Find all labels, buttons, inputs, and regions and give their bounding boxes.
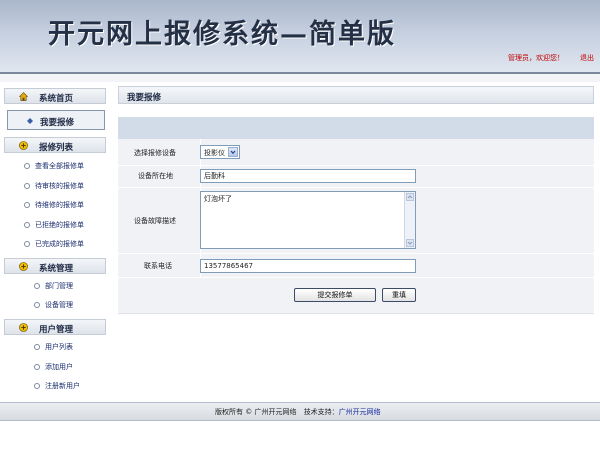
welcome-text: 管理员，欢迎您！ bbox=[508, 54, 564, 62]
expand-icon bbox=[19, 141, 28, 150]
page-title-bar: 我要报修 bbox=[118, 86, 594, 104]
system-title: 开元网上报修系统—简单版 bbox=[48, 19, 396, 50]
sidebar-item-report[interactable]: 我要报修 bbox=[7, 110, 105, 130]
expand-icon bbox=[19, 262, 28, 271]
support-link[interactable]: 广州开元网络 bbox=[339, 408, 381, 416]
sidebar-item-rejected[interactable]: 已拒绝的报修单 bbox=[24, 220, 84, 230]
expand-icon bbox=[19, 323, 28, 332]
bullet-icon bbox=[24, 222, 30, 228]
sidebar-item-all-orders[interactable]: 查看全部报修单 bbox=[24, 161, 84, 171]
bullet-icon bbox=[34, 302, 40, 308]
copyright-text: 版权所有 © 广州开元网络 bbox=[215, 408, 297, 416]
bullet-icon bbox=[34, 364, 40, 370]
sidebar-section-label: 报修列表 bbox=[39, 143, 74, 153]
row-divider bbox=[118, 277, 594, 278]
scroll-down-button[interactable] bbox=[406, 239, 414, 247]
home-icon bbox=[19, 92, 28, 101]
device-label: 选择报修设备 bbox=[134, 149, 176, 157]
dropdown-button[interactable] bbox=[228, 147, 238, 157]
banner: 开元网上报修系统—简单版 管理员，欢迎您！ 退出 bbox=[0, 0, 600, 74]
phone-input[interactable] bbox=[200, 259, 416, 273]
bullet-icon bbox=[34, 344, 40, 350]
footer: 版权所有 © 广州开元网络 技术支持：广州开元网络 bbox=[0, 402, 600, 421]
form-header bbox=[118, 117, 594, 139]
textarea-scrollbar[interactable] bbox=[404, 192, 415, 248]
chevron-up-icon bbox=[407, 195, 413, 199]
sidebar-item-label: 注册新用户 bbox=[45, 382, 80, 390]
sidebar-item-label: 用户列表 bbox=[45, 343, 73, 351]
description-label: 设备故障描述 bbox=[134, 217, 176, 225]
row-divider bbox=[118, 165, 594, 166]
row-divider bbox=[118, 253, 594, 254]
footer-text: 版权所有 © 广州开元网络 技术支持：广州开元网络 bbox=[215, 407, 381, 417]
description-value: 灯泡坏了 bbox=[204, 195, 232, 203]
sidebar-section-system[interactable]: 系统管理 bbox=[4, 258, 106, 274]
sidebar-item-home-label: 系统首页 bbox=[39, 94, 74, 104]
bullet-icon bbox=[24, 183, 30, 189]
sidebar-item-pending-repair[interactable]: 待维修的报修单 bbox=[24, 200, 84, 210]
sidebar-item-home[interactable]: 系统首页 bbox=[4, 88, 106, 104]
sidebar-item-label: 待维修的报修单 bbox=[35, 201, 84, 209]
reset-button[interactable]: 重填 bbox=[382, 288, 416, 302]
sidebar-item-add-user[interactable]: 添加用户 bbox=[34, 362, 73, 372]
sidebar-item-report-label: 我要报修 bbox=[40, 118, 75, 128]
sidebar-item-register[interactable]: 注册新用户 bbox=[34, 381, 80, 391]
sidebar-item-label: 已拒绝的报修单 bbox=[35, 221, 84, 229]
sidebar-section-label: 用户管理 bbox=[39, 325, 74, 335]
location-input[interactable] bbox=[200, 169, 416, 183]
sidebar-item-label: 待审核的报修单 bbox=[35, 182, 84, 190]
chevron-down-icon bbox=[407, 241, 413, 245]
sidebar-item-departments[interactable]: 部门管理 bbox=[34, 281, 73, 291]
sidebar-section-users[interactable]: 用户管理 bbox=[4, 319, 106, 335]
top-strip bbox=[0, 74, 600, 82]
device-select[interactable]: 投影仪 bbox=[200, 145, 240, 159]
sidebar-item-completed[interactable]: 已完成的报修单 bbox=[24, 239, 84, 249]
submit-button[interactable]: 提交报修单 bbox=[294, 288, 376, 302]
scroll-up-button[interactable] bbox=[406, 193, 414, 201]
sidebar-item-pending-review[interactable]: 待审核的报修单 bbox=[24, 181, 84, 191]
bullet-icon bbox=[24, 202, 30, 208]
logout-link[interactable]: 退出 bbox=[580, 53, 594, 63]
sidebar-item-user-list[interactable]: 用户列表 bbox=[34, 342, 73, 352]
sidebar-section-repair-list[interactable]: 报修列表 bbox=[4, 137, 106, 153]
sidebar-item-label: 已完成的报修单 bbox=[35, 240, 84, 248]
diamond-icon bbox=[27, 118, 33, 124]
repair-form: 选择报修设备 投影仪 设备所在地 设备故障描述 灯泡坏了 联系电话 提交报修单 … bbox=[118, 139, 594, 314]
row-divider bbox=[118, 187, 594, 188]
bullet-icon bbox=[24, 163, 30, 169]
description-textarea[interactable]: 灯泡坏了 bbox=[200, 191, 416, 249]
support-label: 技术支持： bbox=[303, 408, 339, 416]
sidebar-item-label: 添加用户 bbox=[45, 363, 73, 371]
location-label: 设备所在地 bbox=[138, 172, 173, 180]
bullet-icon bbox=[34, 283, 40, 289]
sidebar-section-label: 系统管理 bbox=[39, 264, 74, 274]
chevron-down-icon bbox=[230, 150, 236, 155]
page-title: 我要报修 bbox=[127, 93, 162, 103]
sidebar-item-label: 设备管理 bbox=[45, 301, 73, 309]
sidebar-item-label: 查看全部报修单 bbox=[35, 162, 84, 170]
bullet-icon bbox=[24, 241, 30, 247]
phone-label: 联系电话 bbox=[144, 262, 172, 270]
sidebar-item-devices[interactable]: 设备管理 bbox=[34, 300, 73, 310]
bullet-icon bbox=[34, 383, 40, 389]
sidebar-item-label: 部门管理 bbox=[45, 282, 73, 290]
device-select-value: 投影仪 bbox=[204, 149, 225, 157]
